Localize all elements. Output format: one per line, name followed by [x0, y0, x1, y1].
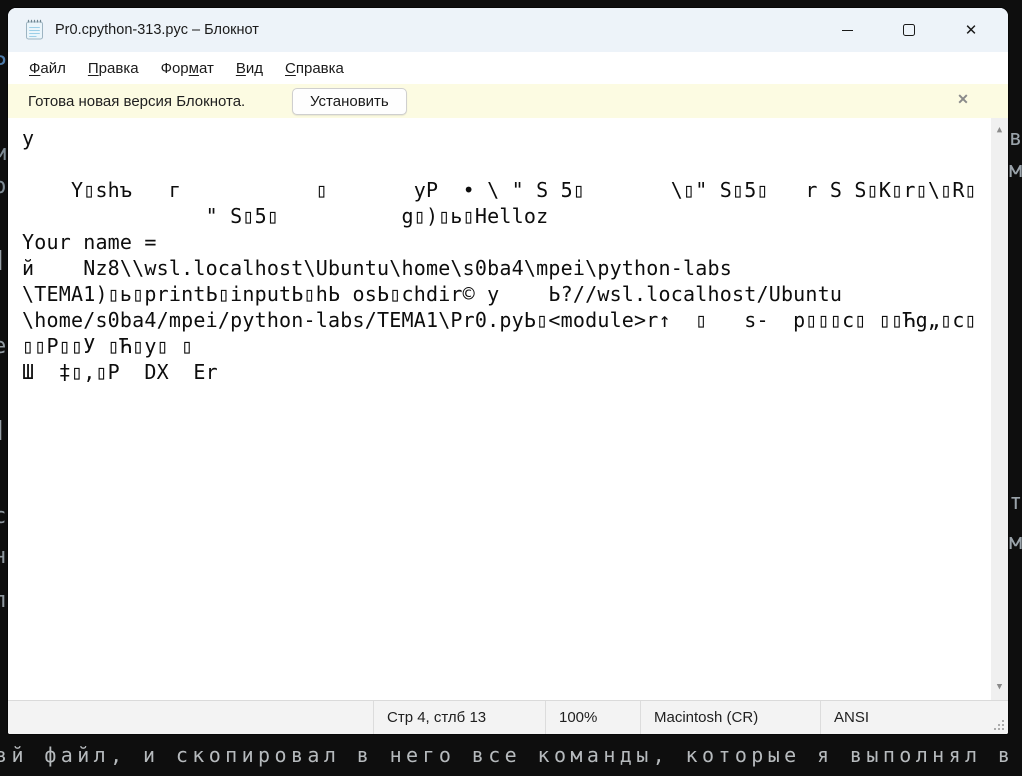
background-terminal-text: вй файл, и скопировал в него все команды…: [0, 740, 1014, 770]
editor-line: у: [22, 125, 988, 151]
background-text-fragment: м: [0, 143, 6, 165]
text-editor[interactable]: у Y▯shъ г ▯ уР • \ " S 5▯ \▯" S▯5▯ r S S…: [8, 118, 1008, 700]
notepad-app-icon: [24, 19, 45, 41]
editor-line: [22, 151, 988, 177]
vertical-scrollbar[interactable]: ▲ ▼: [991, 118, 1008, 700]
background-text-fragment: м: [1009, 160, 1022, 182]
editor-line: Y▯shъ г ▯ уР • \ " S 5▯ \▯" S▯5▯ r S S▯K…: [22, 177, 988, 203]
close-button[interactable]: ✕: [940, 8, 1002, 52]
menu-item-help[interactable]: Справка: [274, 60, 355, 77]
notepad-window: Pr0.cpython-313.pyc – Блокнот ✕ Файл Пра…: [8, 8, 1008, 734]
install-button[interactable]: Установить: [292, 88, 407, 115]
background-text-fragment: м: [1009, 532, 1022, 554]
background-text-fragment: Ь: [0, 48, 6, 70]
menu-item-view[interactable]: Вид: [225, 60, 274, 77]
menu-item-format[interactable]: Формат: [150, 60, 225, 77]
minimize-button[interactable]: [816, 8, 878, 52]
background-text-fragment: е: [0, 336, 6, 358]
status-encoding[interactable]: ANSI: [820, 701, 1008, 734]
status-zoom-level[interactable]: 100%: [545, 701, 640, 734]
minimize-icon: [842, 30, 853, 31]
background-text-fragment: ]: [0, 250, 6, 272]
editor-line: \home/s0ba4/mpei/python-labs/TEMA1\Pr0.p…: [22, 307, 988, 333]
resize-grip[interactable]: [993, 719, 1005, 731]
scroll-down-icon[interactable]: ▼: [991, 683, 1008, 692]
background-text-fragment: н: [0, 546, 6, 568]
background-text-fragment: ]: [0, 420, 6, 442]
status-cursor-position: Стр 4, стлб 13: [373, 701, 545, 734]
maximize-button[interactable]: [878, 8, 940, 52]
editor-line: " S▯5▯ g▯)▯ь▯Helloz: [22, 203, 988, 229]
editor-line: Your name =: [22, 229, 988, 255]
editor-line: Ш ‡▯,▯Р DX Er: [22, 359, 988, 385]
menu-item-edit[interactable]: Правка: [77, 60, 150, 77]
editor-line: ▯▯Р▯▯У ▯Ћ▯у▯ ▯: [22, 333, 988, 359]
window-title: Pr0.cpython-313.pyc – Блокнот: [55, 22, 259, 38]
update-notification-bar: Готова новая версия Блокнота. Установить…: [8, 84, 1008, 118]
update-message: Готова новая версия Блокнота.: [28, 93, 245, 110]
background-text-fragment: т: [1009, 492, 1022, 514]
background-text-fragment: р: [0, 176, 6, 198]
editor-line: \TEMA1)▯ь▯printЬ▯inputЬ▯hЬ osЬ▯chdir© у …: [22, 281, 988, 307]
background-text-fragment: в: [1009, 128, 1022, 150]
maximize-icon: [903, 24, 915, 36]
background-text-fragment: л: [0, 590, 6, 612]
menu-item-file[interactable]: Файл: [18, 60, 77, 77]
status-bar: Стр 4, стлб 13 100% Macintosh (CR) ANSI: [8, 700, 1008, 734]
title-bar[interactable]: Pr0.cpython-313.pyc – Блокнот ✕: [8, 8, 1008, 52]
scroll-up-icon[interactable]: ▲: [991, 126, 1008, 135]
notification-close-icon[interactable]: ✕: [954, 92, 972, 106]
window-controls: ✕: [816, 8, 1002, 52]
menu-bar: Файл Правка Формат Вид Справка: [8, 52, 1008, 84]
background-text-fragment: с: [0, 506, 6, 528]
editor-line: й Nz8\\wsl.localhost\Ubuntu\home\s0ba4\m…: [22, 255, 988, 281]
close-icon: ✕: [965, 23, 978, 38]
status-line-ending[interactable]: Macintosh (CR): [640, 701, 820, 734]
